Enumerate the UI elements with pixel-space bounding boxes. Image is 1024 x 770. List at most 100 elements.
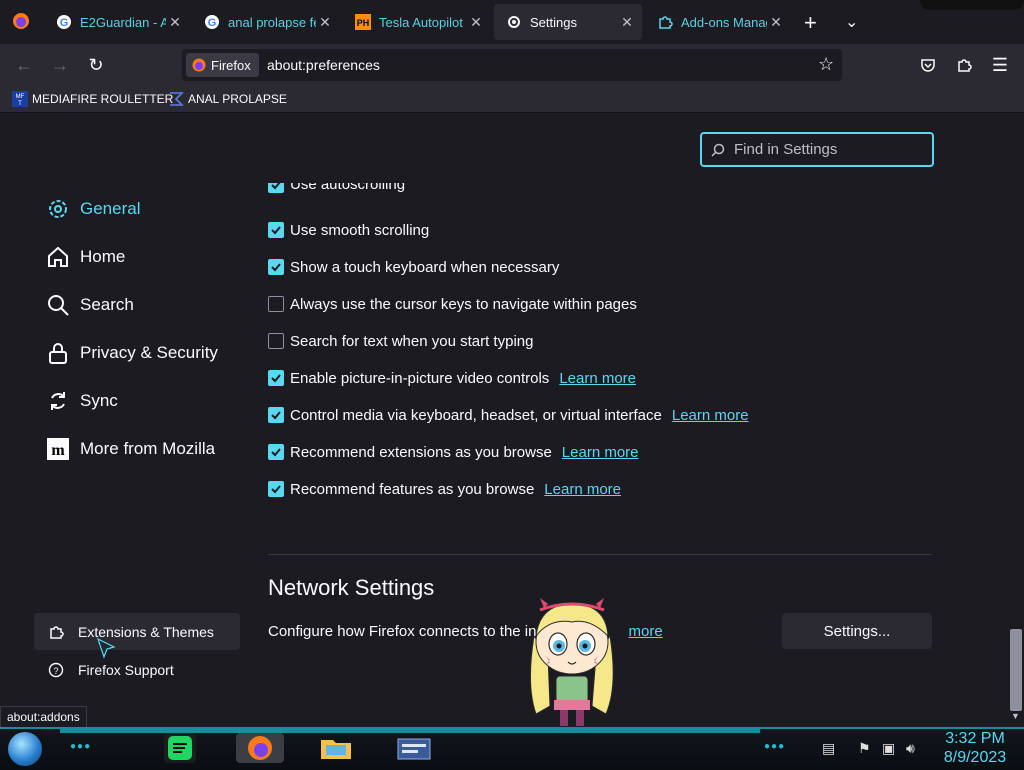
google-icon: G bbox=[204, 14, 220, 30]
svg-text:m: m bbox=[51, 442, 65, 459]
nav-bar: ← → ↻ Firefox about:preferences ☆ ☰ bbox=[0, 44, 1024, 86]
checkbox[interactable] bbox=[268, 259, 284, 275]
sidebar-item-more-from-mozilla[interactable]: m More from Mozilla bbox=[46, 434, 215, 464]
close-icon[interactable]: ✕ bbox=[618, 14, 636, 31]
chevron-down-icon[interactable]: ⌄ bbox=[845, 12, 858, 32]
option-row[interactable]: Control media via keyboard, headset, or … bbox=[268, 404, 749, 426]
checkbox[interactable] bbox=[268, 183, 284, 193]
bookmarks-toolbar: MF T MEDIAFIRE ROULETTER ANAL PROLAPSE bbox=[0, 86, 1024, 113]
identity-box[interactable]: Firefox bbox=[186, 53, 259, 77]
option-label: Control media via keyboard, headset, or … bbox=[290, 406, 662, 424]
pocket-icon[interactable] bbox=[915, 52, 941, 78]
sidebar-item-label: General bbox=[80, 199, 141, 218]
sidebar-item-home[interactable]: Home bbox=[46, 242, 125, 272]
mozilla-icon: m bbox=[46, 437, 70, 461]
back-icon[interactable]: ← bbox=[11, 52, 37, 78]
extensions-themes-button[interactable]: Extensions & Themes bbox=[34, 613, 240, 650]
firefox-taskbar-icon[interactable] bbox=[236, 733, 284, 763]
option-label: Recommend features as you browse bbox=[290, 480, 535, 498]
sidebar-item-search[interactable]: Search bbox=[46, 290, 134, 320]
learn-more-link[interactable]: Learn more bbox=[559, 370, 636, 387]
sidebar-item-general[interactable]: General bbox=[46, 194, 140, 224]
hamburger-menu-icon[interactable]: ☰ bbox=[987, 52, 1013, 78]
bookmark-label: MEDIAFIRE ROULETTER bbox=[32, 92, 174, 106]
option-row[interactable]: Recommend features as you browse Learn m… bbox=[268, 478, 621, 500]
lock-icon bbox=[46, 341, 70, 365]
tab-tesla-autopilot[interactable]: PH Tesla Autopilot F ✕ bbox=[343, 4, 491, 40]
bookmark-mediafire[interactable]: MF T MEDIAFIRE ROULETTER bbox=[12, 90, 173, 108]
keyboard-icon[interactable]: ▤ bbox=[822, 740, 835, 757]
tab-e2guardian[interactable]: G E2Guardian - Acc ✕ bbox=[44, 4, 190, 40]
close-icon[interactable]: ✕ bbox=[467, 14, 485, 31]
checkbox[interactable] bbox=[268, 407, 284, 423]
tab-title: Add-ons Manage bbox=[681, 14, 767, 30]
close-icon[interactable]: ✕ bbox=[166, 14, 184, 31]
tab-title: anal prolapse feti bbox=[228, 14, 316, 30]
reload-icon[interactable]: ↻ bbox=[83, 52, 109, 78]
learn-more-link[interactable]: Learn more bbox=[672, 407, 749, 424]
option-row[interactable]: Enable picture-in-picture video controls… bbox=[268, 367, 636, 389]
network-icon[interactable]: ▣ bbox=[882, 740, 895, 757]
mft-icon: MF T bbox=[12, 91, 28, 107]
url-text[interactable]: about:preferences bbox=[267, 57, 380, 73]
url-bar[interactable]: Firefox about:preferences ☆ bbox=[182, 49, 842, 81]
spotify-taskbar-icon[interactable] bbox=[164, 733, 196, 763]
close-icon[interactable]: ✕ bbox=[767, 14, 785, 31]
network-settings-button[interactable]: Settings... bbox=[782, 613, 932, 649]
tab-title: E2Guardian - Acc bbox=[80, 14, 166, 30]
flag-icon[interactable]: ⚑ bbox=[858, 740, 871, 757]
start-orb-icon[interactable] bbox=[8, 732, 42, 766]
new-tab-icon[interactable]: + bbox=[804, 10, 817, 36]
option-row[interactable]: Always use the cursor keys to navigate w… bbox=[268, 293, 637, 315]
learn-more-link[interactable]: Learn more bbox=[562, 444, 639, 461]
tab-bar: G E2Guardian - Acc ✕ G anal prolapse fet… bbox=[0, 0, 1024, 45]
sidebar-item-privacy[interactable]: Privacy & Security bbox=[46, 338, 218, 368]
option-label: Enable picture-in-picture video controls bbox=[290, 369, 550, 387]
close-icon[interactable]: ✕ bbox=[316, 14, 334, 31]
firefox-support-link[interactable]: ? Firefox Support bbox=[48, 662, 174, 678]
window-taskbar-icon[interactable] bbox=[394, 733, 434, 763]
forward-icon[interactable]: → bbox=[47, 52, 73, 78]
checkbox[interactable] bbox=[268, 296, 284, 312]
tab-settings[interactable]: Settings ✕ bbox=[494, 4, 642, 40]
puzzle-icon bbox=[48, 624, 64, 640]
checkbox[interactable] bbox=[268, 222, 284, 238]
checkbox[interactable] bbox=[268, 370, 284, 386]
volume-icon[interactable]: 🔊︎ bbox=[906, 740, 915, 757]
sidebar-item-sync[interactable]: Sync bbox=[46, 386, 118, 416]
sidebar-item-label: Sync bbox=[80, 391, 118, 410]
bookmark-label: ANAL PROLAPSE bbox=[188, 92, 287, 106]
extensions-icon[interactable] bbox=[951, 52, 977, 78]
firefox-menu-icon[interactable] bbox=[12, 12, 30, 30]
search-input[interactable] bbox=[732, 140, 926, 159]
learn-more-link[interactable]: more bbox=[628, 623, 662, 640]
checkbox[interactable] bbox=[268, 481, 284, 497]
taskbar: ●●● ●●● ▤ ⚑ ▣ 🔊︎ 3:32 PM 8/9/2023 bbox=[0, 727, 1024, 770]
puzzle-icon bbox=[657, 14, 673, 30]
network-description-text: Configure how Firefox connects to the in bbox=[268, 623, 537, 640]
decorative-lights-icon: ●●● bbox=[764, 741, 786, 752]
file-explorer-taskbar-icon[interactable] bbox=[318, 733, 354, 763]
tab-anal-prolapse[interactable]: G anal prolapse feti ✕ bbox=[192, 4, 340, 40]
find-in-settings-box[interactable] bbox=[700, 132, 934, 167]
firefox-logo-icon bbox=[192, 58, 206, 72]
svg-text:G: G bbox=[60, 17, 69, 29]
tab-title: Settings bbox=[530, 14, 577, 30]
checkbox[interactable] bbox=[268, 333, 284, 349]
scrollbar-thumb[interactable] bbox=[1010, 629, 1022, 711]
option-row-partial[interactable]: Use autoscrolling bbox=[268, 183, 405, 193]
option-label: Use autoscrolling bbox=[290, 183, 406, 193]
option-row[interactable]: Use smooth scrolling bbox=[268, 219, 429, 241]
learn-more-link[interactable]: Learn more bbox=[544, 481, 621, 498]
firefox-support-label: Firefox Support bbox=[78, 662, 174, 678]
star-bookmark-icon[interactable]: ☆ bbox=[818, 54, 834, 75]
option-row[interactable]: Recommend extensions as you browse Learn… bbox=[268, 441, 639, 463]
option-row[interactable]: Show a touch keyboard when necessary bbox=[268, 256, 559, 278]
scroll-down-icon[interactable]: ▼ bbox=[1011, 711, 1020, 721]
bookmark-anal-prolapse[interactable]: ANAL PROLAPSE bbox=[168, 90, 287, 108]
tab-addons-manager[interactable]: Add-ons Manage ✕ bbox=[645, 4, 791, 40]
google-icon: G bbox=[56, 14, 72, 30]
clock[interactable]: 3:32 PM 8/9/2023 bbox=[935, 729, 1015, 767]
option-row[interactable]: Search for text when you start typing bbox=[268, 330, 533, 352]
checkbox[interactable] bbox=[268, 444, 284, 460]
